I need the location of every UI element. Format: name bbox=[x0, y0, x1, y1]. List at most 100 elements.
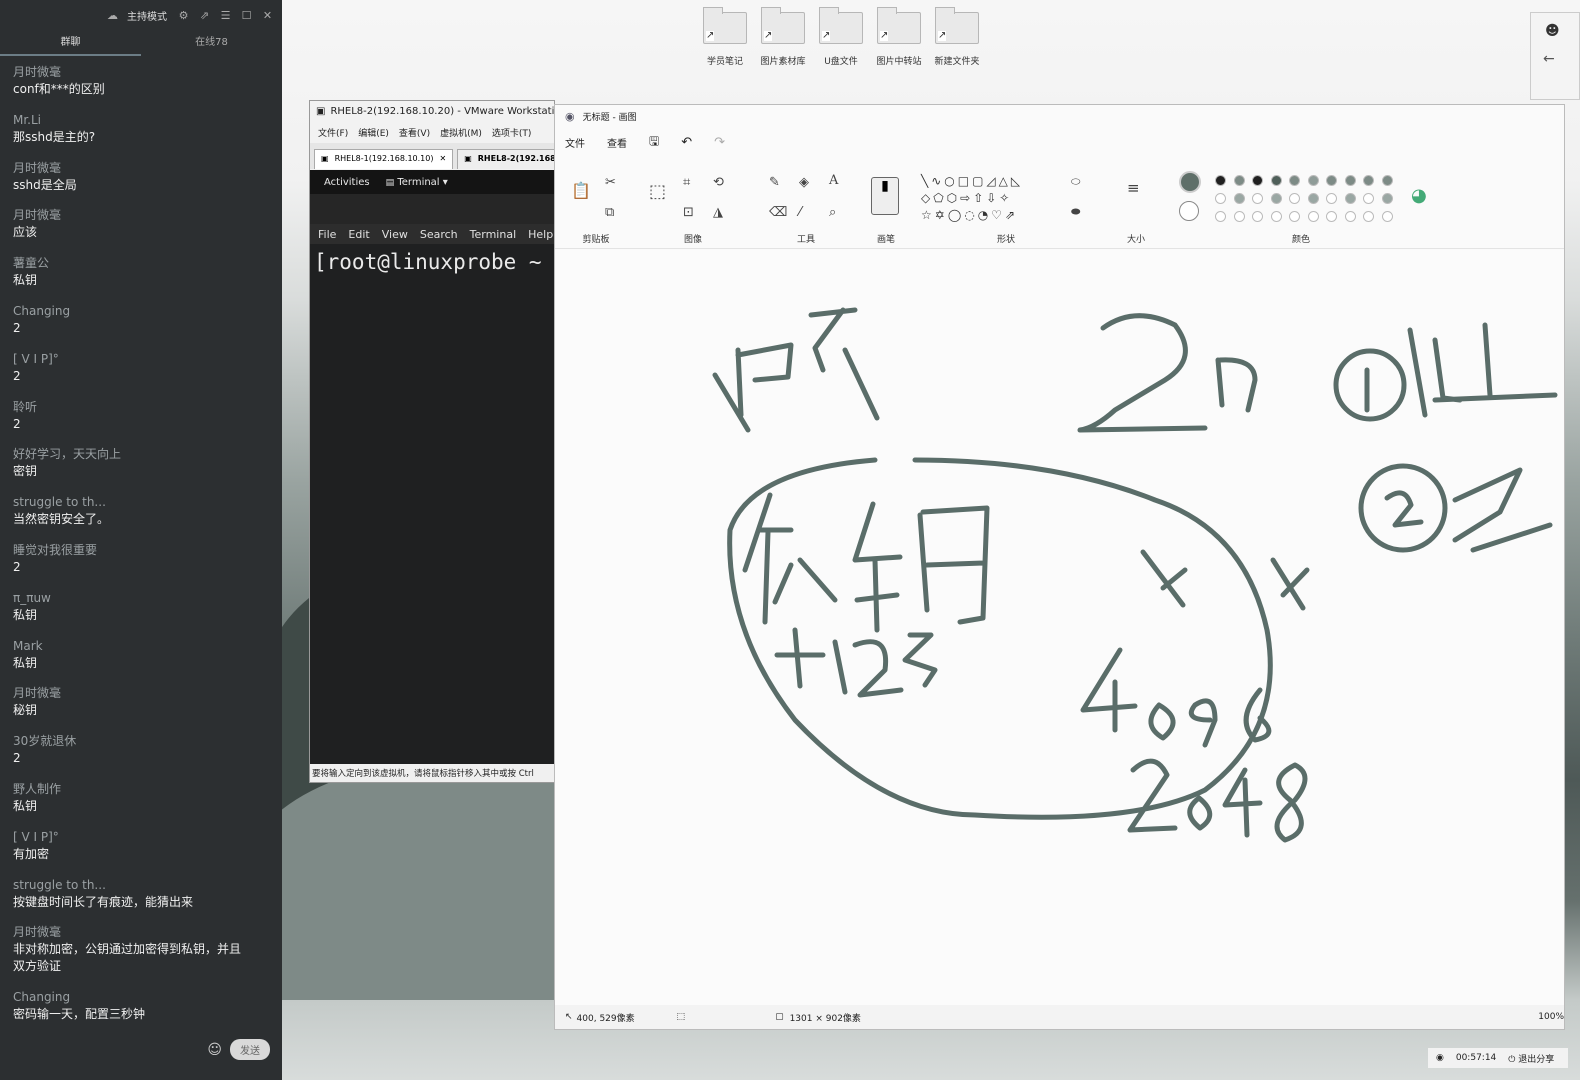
chat-message: Mr.Li 那sshd是主的? bbox=[13, 112, 282, 160]
avatar-icon[interactable]: ☻ bbox=[1545, 23, 1560, 39]
cut-icon[interactable]: ✂ bbox=[605, 175, 616, 190]
paint-icon: ◉ bbox=[565, 109, 575, 123]
fill-icon[interactable]: ◈ bbox=[799, 175, 809, 190]
color-swatch[interactable] bbox=[1381, 175, 1393, 186]
popout-icon[interactable]: ⇗ bbox=[198, 9, 211, 22]
chat-message: struggle to th... 当然密钥安全了。 bbox=[13, 494, 282, 542]
color-swatch[interactable] bbox=[1252, 193, 1263, 204]
settings-icon[interactable]: ⚙ bbox=[177, 9, 190, 22]
close-icon[interactable]: ✕ bbox=[439, 154, 446, 165]
paint-menubar: 文件 查看 🖫 ↶ ↷ bbox=[555, 127, 1564, 157]
color-swatch[interactable] bbox=[1326, 193, 1337, 204]
color-picker-icon[interactable]: ⁄ bbox=[799, 205, 801, 220]
vmware-menu-item[interactable]: 文件(F) bbox=[318, 126, 348, 139]
color-swatch[interactable] bbox=[1381, 193, 1393, 204]
vmware-menu-item[interactable]: 虚拟机(M) bbox=[440, 126, 482, 139]
color-swatch[interactable] bbox=[1344, 193, 1356, 204]
color-swatch[interactable] bbox=[1344, 175, 1356, 186]
terminal-prompt[interactable]: [root@linuxprobe ~ bbox=[310, 244, 554, 274]
terminal-menu-item[interactable]: Help bbox=[528, 228, 553, 241]
flip-icon[interactable]: ◮ bbox=[713, 205, 723, 220]
shapes-icon[interactable]: ╲∿○□▢◿△◺ ◇⬠⬡⇨⇧⇩✧ ☆✡◯◌◔♡⇗ bbox=[921, 173, 1061, 224]
color-swatch[interactable] bbox=[1307, 193, 1319, 204]
color-swatch[interactable] bbox=[1252, 211, 1263, 222]
zoom-level[interactable]: 100% bbox=[1538, 1012, 1564, 1022]
color-swatch[interactable] bbox=[1233, 193, 1245, 204]
folder-icon: ↗ bbox=[703, 7, 747, 44]
color-swatch[interactable] bbox=[1233, 175, 1245, 186]
crop-icon[interactable]: ⌗ bbox=[683, 175, 690, 190]
size-icon[interactable]: ≡ bbox=[1127, 179, 1140, 197]
color-swatch[interactable] bbox=[1215, 193, 1226, 204]
color-swatch[interactable] bbox=[1270, 211, 1282, 222]
terminal-menu-item[interactable]: File bbox=[318, 228, 336, 241]
desktop-icon-notes[interactable]: ↗ 学员笔记 bbox=[698, 7, 752, 67]
color-swatch[interactable] bbox=[1344, 211, 1356, 222]
color-swatch[interactable] bbox=[1326, 175, 1337, 186]
maximize-icon[interactable]: ☐ bbox=[240, 9, 253, 22]
close-icon[interactable]: ✕ bbox=[261, 9, 274, 22]
copy-icon[interactable]: ⧉ bbox=[605, 205, 614, 220]
vm-screen[interactable]: Activities ▤ Terminal ▾ File Edit View Sear… bbox=[310, 170, 554, 766]
color-swatch[interactable] bbox=[1381, 211, 1393, 222]
tab-online[interactable]: 在线78 bbox=[141, 30, 282, 56]
color-swatch[interactable] bbox=[1270, 193, 1282, 204]
back-arrow-icon[interactable]: ← bbox=[1543, 51, 1555, 67]
edit-colors-icon[interactable]: ◕ bbox=[1411, 185, 1427, 206]
resize-icon[interactable]: ⊡ bbox=[683, 205, 694, 220]
vm-tab-rhel8-2[interactable]: ▣ RHEL8-2(192.168 bbox=[457, 149, 554, 169]
drawing-canvas[interactable] bbox=[555, 250, 1564, 1005]
desktop-icon-new-folder[interactable]: ↗ 新建文件夹 bbox=[930, 7, 984, 67]
color-swatch[interactable] bbox=[1252, 175, 1263, 186]
color-swatch[interactable] bbox=[1289, 211, 1300, 222]
color-swatch[interactable] bbox=[1215, 211, 1226, 222]
send-button[interactable]: 发送 bbox=[230, 1039, 270, 1060]
menu-icon[interactable]: ☰ bbox=[219, 9, 232, 22]
pencil-icon[interactable]: ✎ bbox=[769, 175, 780, 190]
terminal-menu-item[interactable]: Edit bbox=[348, 228, 369, 241]
color2-swatch[interactable] bbox=[1179, 201, 1199, 221]
color-swatch[interactable] bbox=[1289, 175, 1300, 186]
color-swatch[interactable] bbox=[1233, 211, 1245, 222]
desktop-icon-images[interactable]: ↗ 图片素材库 bbox=[756, 7, 810, 67]
vmware-menu-item[interactable]: 查看(V) bbox=[399, 126, 430, 139]
tab-group-chat[interactable]: 群聊 bbox=[0, 30, 141, 56]
brush-icon[interactable]: ▮ bbox=[871, 177, 899, 215]
color-swatch[interactable] bbox=[1307, 211, 1319, 222]
redo-icon[interactable]: ↷ bbox=[714, 135, 725, 150]
message-text: 私钥 bbox=[13, 607, 38, 622]
magnifier-icon[interactable]: ⌕ bbox=[829, 205, 836, 220]
color-swatch[interactable] bbox=[1326, 211, 1337, 222]
color-swatch[interactable] bbox=[1363, 193, 1374, 204]
fill-style-icon[interactable]: ⬬ bbox=[1071, 205, 1080, 219]
menu-file[interactable]: 文件 bbox=[565, 135, 585, 150]
text-icon[interactable]: A bbox=[829, 173, 838, 188]
color-swatch[interactable] bbox=[1215, 175, 1226, 186]
save-icon[interactable]: 🖫 bbox=[649, 132, 659, 153]
menu-view[interactable]: 查看 bbox=[607, 135, 627, 150]
vmware-menu-item[interactable]: 选项卡(T) bbox=[492, 126, 532, 139]
color1-swatch[interactable] bbox=[1179, 171, 1201, 193]
color-swatch[interactable] bbox=[1289, 193, 1300, 204]
color-swatch[interactable] bbox=[1270, 175, 1282, 186]
emoji-icon[interactable]: ☺ bbox=[207, 1042, 222, 1058]
paste-icon[interactable]: 📋 bbox=[571, 181, 591, 200]
terminal-menu-item[interactable]: Terminal bbox=[470, 228, 517, 241]
vm-tab-rhel8-1[interactable]: ▣ RHEL8-1(192.168.10.10) ✕ bbox=[314, 149, 454, 169]
activities-button[interactable]: Activities bbox=[324, 177, 370, 188]
desktop-icon-transfer[interactable]: ↗ 图片中转站 bbox=[872, 7, 926, 67]
outline-icon[interactable]: ⬭ bbox=[1071, 175, 1080, 189]
select-icon[interactable]: ⬚ bbox=[649, 181, 666, 202]
color-swatch[interactable] bbox=[1363, 175, 1374, 186]
terminal-menu-item[interactable]: View bbox=[382, 228, 408, 241]
rotate-icon[interactable]: ⟲ bbox=[713, 175, 724, 190]
vmware-menu-item[interactable]: 编辑(E) bbox=[358, 126, 389, 139]
terminal-app-menu[interactable]: ▤ Terminal ▾ bbox=[386, 177, 448, 188]
undo-icon[interactable]: ↶ bbox=[681, 135, 692, 150]
color-swatch[interactable] bbox=[1363, 211, 1374, 222]
terminal-menu-item[interactable]: Search bbox=[420, 228, 458, 241]
desktop-icon-usb[interactable]: ↗ U盘文件 bbox=[814, 7, 868, 67]
color-swatch[interactable] bbox=[1307, 175, 1319, 186]
eraser-icon[interactable]: ⌫ bbox=[769, 205, 787, 220]
exit-share-button[interactable]: ⏻ 退出分享 bbox=[1508, 1052, 1554, 1065]
